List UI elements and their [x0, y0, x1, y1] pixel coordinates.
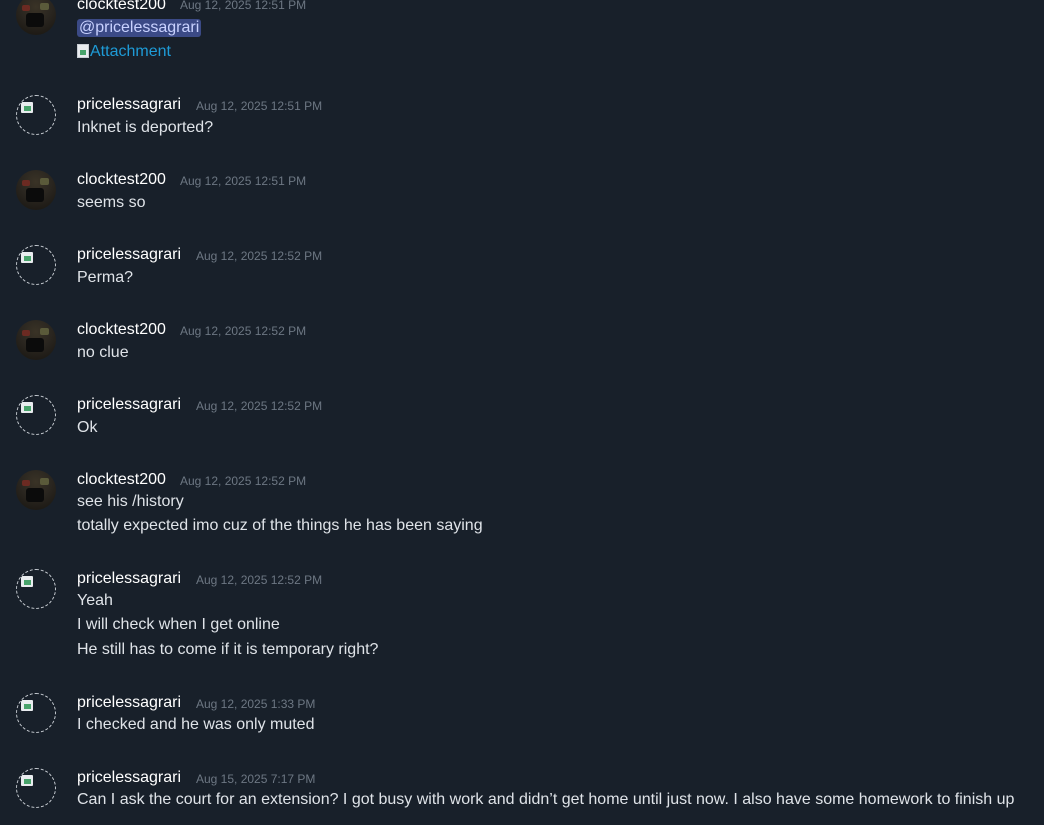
message-text: Yeah — [77, 592, 113, 609]
user-avatar[interactable] — [16, 569, 56, 609]
user-avatar[interactable] — [16, 95, 56, 135]
message-text: He still has to come if it is temporary … — [77, 641, 379, 658]
username[interactable]: pricelessagrari — [77, 96, 181, 114]
attachment-link[interactable]: Attachment — [77, 43, 171, 61]
timestamp: Aug 15, 2025 7:17 PM — [196, 772, 316, 786]
timestamp: Aug 12, 2025 1:33 PM — [196, 697, 316, 711]
avatar-image-shape — [40, 328, 49, 335]
broken-image-icon — [21, 102, 33, 113]
avatar-image-shape — [26, 488, 44, 502]
username[interactable]: clocktest200 — [77, 171, 166, 189]
avatar-image-shape — [40, 478, 49, 485]
timestamp: Aug 12, 2025 12:52 PM — [180, 324, 307, 338]
user-avatar[interactable] — [16, 395, 56, 435]
username[interactable]: pricelessagrari — [77, 396, 181, 414]
message-text: Ok — [77, 419, 98, 436]
username[interactable]: pricelessagrari — [77, 570, 181, 588]
message-text: I checked and he was only muted — [77, 716, 315, 733]
avatar-image-shape — [40, 3, 49, 10]
user-avatar[interactable] — [16, 693, 56, 733]
message-text: Can I ask the court for an extension? I … — [77, 791, 1015, 808]
timestamp: Aug 12, 2025 12:51 PM — [196, 99, 323, 113]
broken-image-icon — [21, 402, 33, 413]
message-text: Inknet is deported? — [77, 119, 214, 136]
attachment-label: Attachment — [90, 43, 171, 60]
timestamp: Aug 12, 2025 12:51 PM — [180, 0, 307, 12]
timestamp: Aug 12, 2025 12:52 PM — [180, 474, 307, 488]
username[interactable]: pricelessagrari — [77, 769, 181, 787]
broken-image-icon — [21, 775, 33, 786]
message-text: seems so — [77, 194, 146, 211]
timestamp: Aug 12, 2025 12:52 PM — [196, 249, 323, 263]
user-avatar[interactable] — [16, 0, 56, 35]
avatar-image-shape — [26, 13, 44, 27]
timestamp: Aug 12, 2025 12:52 PM — [196, 399, 323, 413]
timestamp: Aug 12, 2025 12:51 PM — [180, 174, 307, 188]
avatar-image-shape — [26, 188, 44, 202]
user-avatar[interactable] — [16, 320, 56, 360]
avatar-image-shape — [26, 338, 44, 352]
username[interactable]: clocktest200 — [77, 0, 166, 14]
broken-image-icon — [21, 700, 33, 711]
user-avatar[interactable] — [16, 768, 56, 808]
avatar-image-shape — [22, 5, 30, 11]
username[interactable]: clocktest200 — [77, 471, 166, 489]
broken-image-icon — [21, 576, 33, 587]
message-text: see his /history — [77, 493, 184, 510]
user-avatar[interactable] — [16, 245, 56, 285]
username[interactable]: pricelessagrari — [77, 694, 181, 712]
avatar-image-shape — [22, 480, 30, 486]
message-text: Perma? — [77, 269, 134, 286]
user-avatar[interactable] — [16, 170, 56, 210]
message-text: no clue — [77, 344, 129, 361]
avatar-image-shape — [22, 330, 30, 336]
message-text: totally expected imo cuz of the things h… — [77, 517, 483, 534]
broken-image-icon — [21, 252, 33, 263]
user-mention[interactable]: @pricelessagrari — [77, 19, 202, 37]
broken-image-icon — [77, 44, 89, 58]
avatar-image-shape — [22, 180, 30, 186]
message-text: I will check when I get online — [77, 616, 280, 633]
username[interactable]: clocktest200 — [77, 321, 166, 339]
timestamp: Aug 12, 2025 12:52 PM — [196, 573, 323, 587]
chat-log: clocktest200 Aug 12, 2025 12:51 PM @pric… — [0, 0, 1044, 825]
user-avatar[interactable] — [16, 470, 56, 510]
username[interactable]: pricelessagrari — [77, 246, 181, 264]
avatar-image-shape — [40, 178, 49, 185]
